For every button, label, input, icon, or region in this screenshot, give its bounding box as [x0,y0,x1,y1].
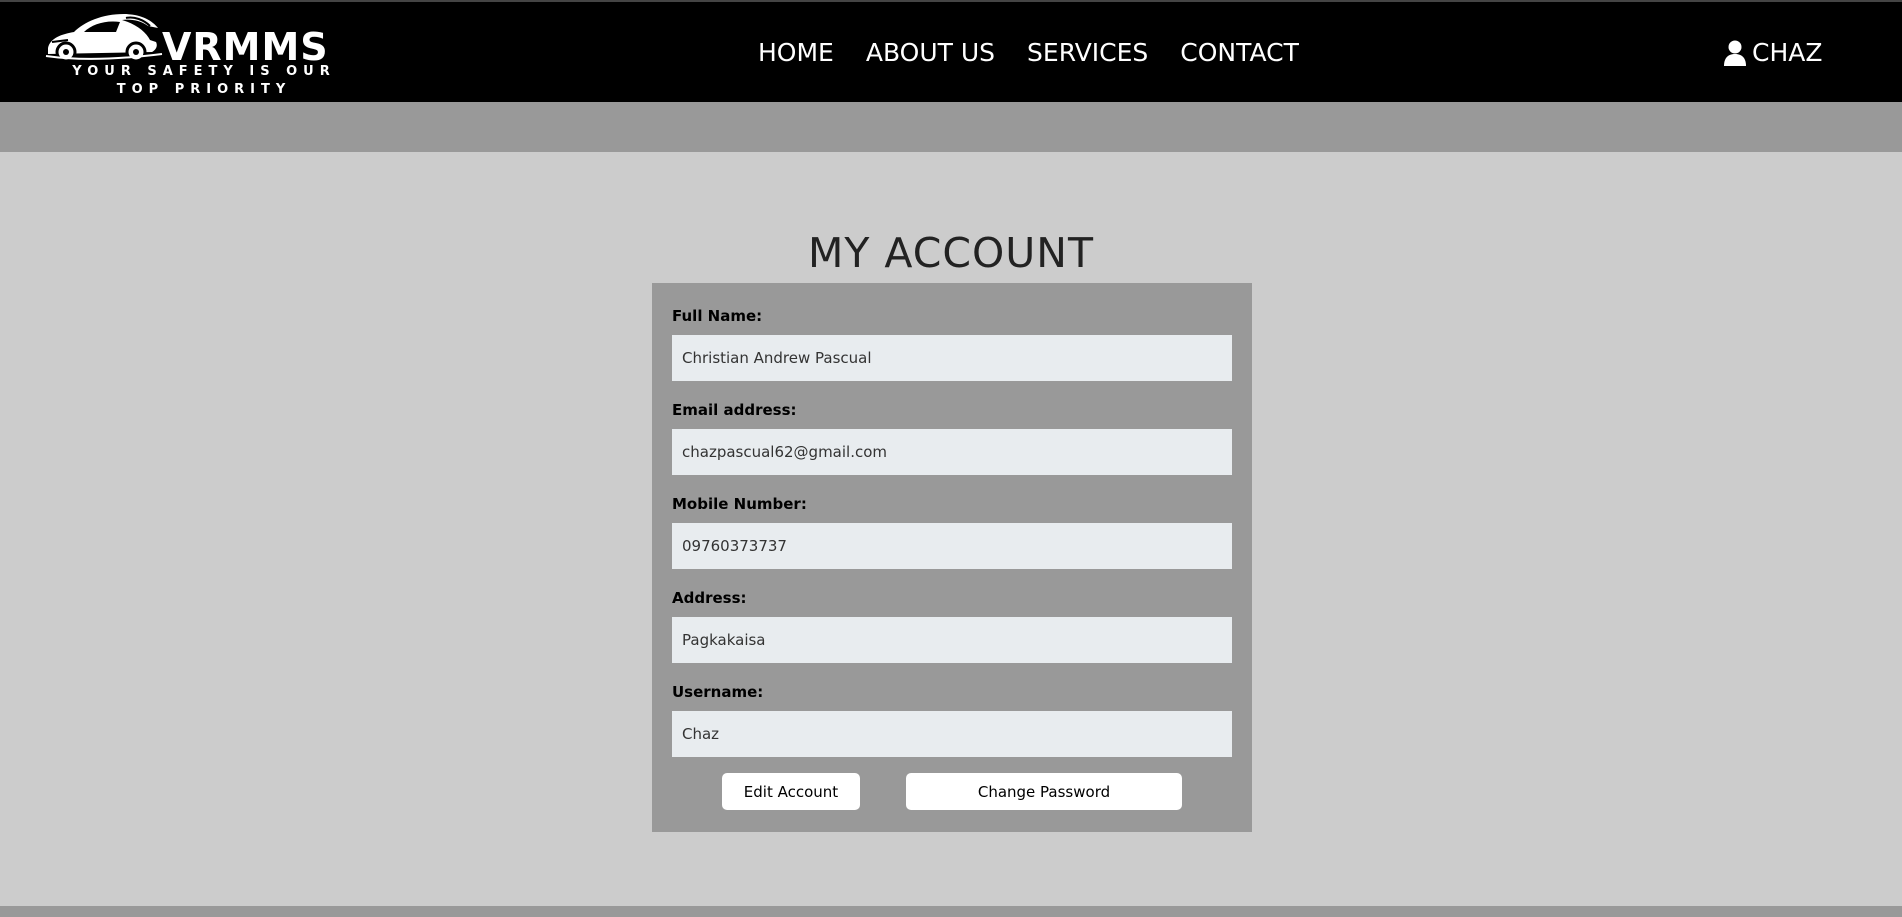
email-field[interactable]: chazpascual62@gmail.com [672,429,1232,475]
user-name: CHAZ [1752,38,1823,67]
page-title: MY ACCOUNT [807,229,1095,277]
nav-home[interactable]: HOME [758,38,834,68]
address-label: Address: [672,589,747,607]
username-label: Username: [672,683,764,701]
nav-services[interactable]: SERVICES [1027,38,1148,68]
email-label: Email address: [672,401,797,419]
header-band [0,102,1902,152]
tagline-line-2: TOP PRIORITY [116,82,292,97]
car-logo-icon [45,14,163,63]
main-nav: HOME ABOUT US SERVICES CONTACT [758,38,1299,68]
user-icon [1724,40,1746,66]
logo[interactable]: VRMMS YOUR SAFETY IS OUR TOP PRIORITY [44,8,344,98]
address-field[interactable]: Pagkakaisa [672,617,1232,663]
nav-contact[interactable]: CONTACT [1180,38,1299,68]
mobile-number-label: Mobile Number: [672,495,807,513]
brand-name: VRMMS [162,25,329,69]
mobile-number-field[interactable]: 09760373737 [672,523,1232,569]
user-menu[interactable]: CHAZ [1724,38,1822,68]
tagline-line-1: YOUR SAFETY IS OUR [72,64,336,79]
navbar: VRMMS YOUR SAFETY IS OUR TOP PRIORITY HO… [0,2,1902,102]
username-field[interactable]: Chaz [672,711,1232,757]
footer-band [0,906,1902,917]
edit-account-button[interactable]: Edit Account [722,773,860,810]
nav-about-us[interactable]: ABOUT US [866,38,995,68]
full-name-label: Full Name: [672,307,763,325]
change-password-button[interactable]: Change Password [906,773,1182,810]
full-name-field[interactable]: Christian Andrew Pascual [672,335,1232,381]
account-card: Full Name: Christian Andrew Pascual Emai… [652,283,1252,832]
